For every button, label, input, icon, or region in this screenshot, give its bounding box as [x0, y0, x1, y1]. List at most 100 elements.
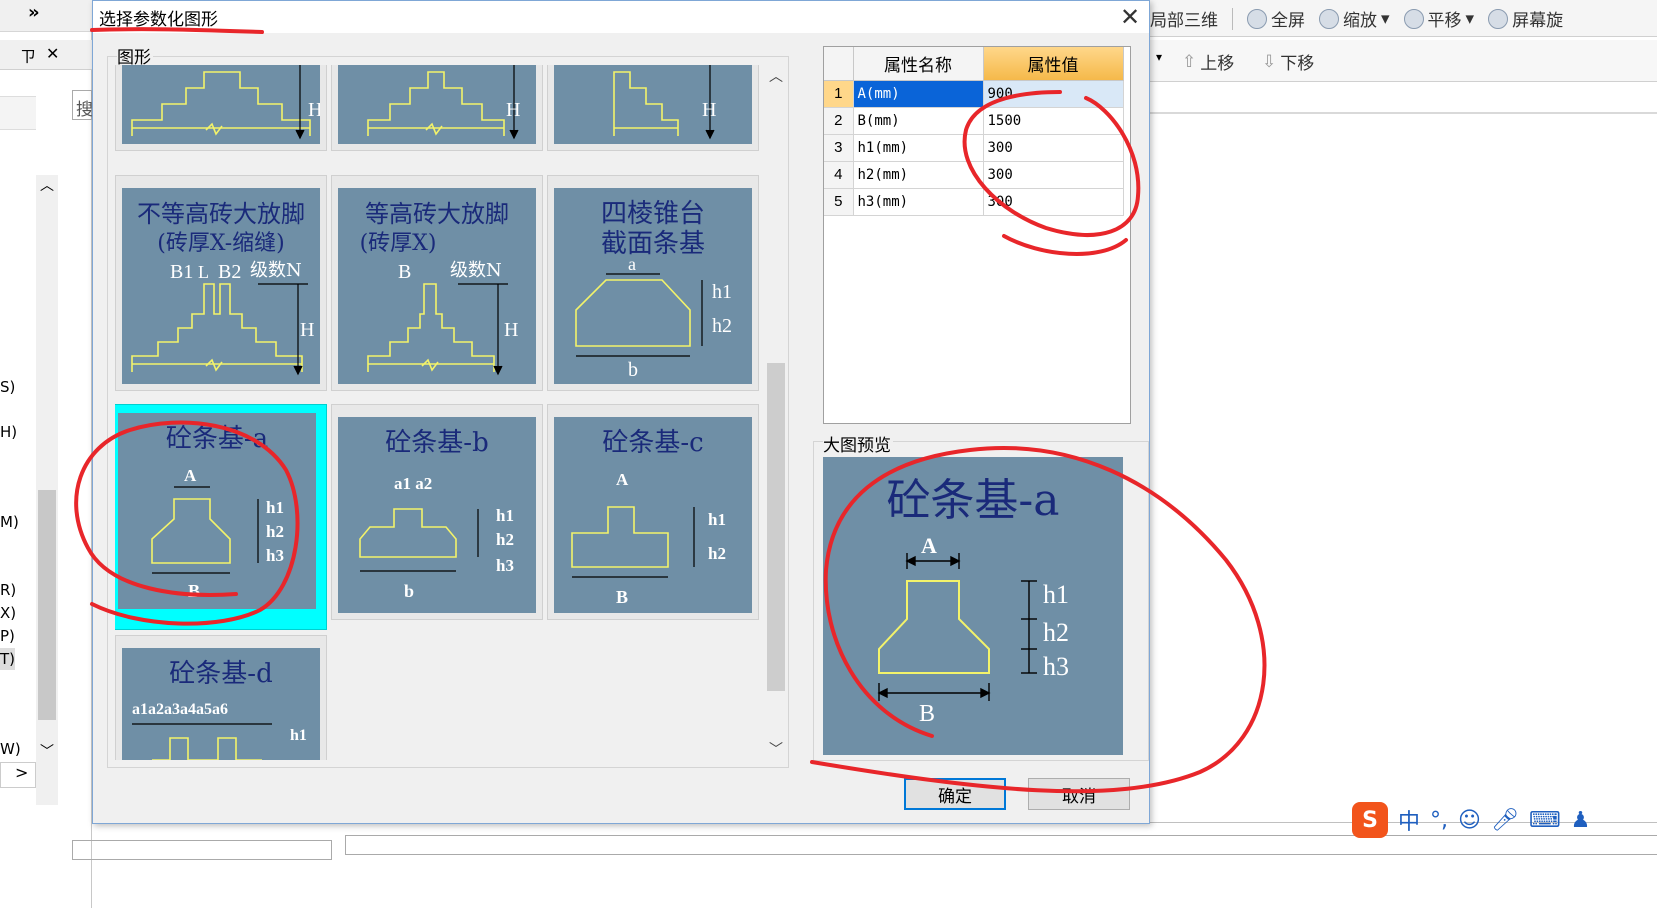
- shape-thumbnail: 砼条基-b a1 a2 b h1 h2 h3: [338, 417, 536, 613]
- property-row[interactable]: 1 A(mm) 900: [824, 80, 1124, 108]
- cancel-button[interactable]: 取消: [1028, 778, 1130, 810]
- left-scrollbar-thumb[interactable]: [38, 490, 56, 720]
- tile-title: 砼条基-a: [166, 424, 268, 454]
- property-name[interactable]: h3(mm): [853, 188, 984, 216]
- left-letter: H): [0, 423, 18, 441]
- panel-close-icon[interactable]: ✕: [46, 44, 59, 63]
- property-row[interactable]: 4 h2(mm) 300: [824, 161, 1124, 189]
- ime-logo[interactable]: S: [1352, 802, 1388, 838]
- scroll-up-icon[interactable]: ︿: [40, 175, 54, 195]
- shape-thumbnail: H: [338, 65, 536, 144]
- tile-h-label: h1: [496, 506, 514, 525]
- shape-tile[interactable]: H: [547, 65, 759, 151]
- property-value[interactable]: 300: [983, 134, 1124, 162]
- pin-icon[interactable]: ㄗ: [20, 43, 36, 67]
- zoom-icon: [1319, 8, 1339, 29]
- screen-rotate-button[interactable]: 屏幕旋: [1488, 6, 1563, 31]
- left-panel-header: »: [0, 0, 92, 32]
- tile-label: A: [616, 470, 629, 489]
- property-name[interactable]: A(mm): [853, 80, 984, 108]
- scroll-down-icon[interactable]: ﹀: [765, 738, 787, 760]
- tile-side-label: H: [300, 319, 314, 341]
- shape-tile[interactable]: 等高砖大放脚 (砖厚X) B 级数N H: [331, 175, 543, 391]
- tile-subtitle: (砖厚X-缩缝): [157, 231, 284, 256]
- shape-tile[interactable]: 砼条基-d a1a2a3a4a5a6 h1: [115, 635, 327, 760]
- preview-h-label: h3: [1043, 652, 1069, 681]
- property-value[interactable]: 900: [983, 80, 1124, 108]
- property-value[interactable]: 1500: [983, 107, 1124, 135]
- property-row[interactable]: 3 h1(mm) 300: [824, 134, 1124, 162]
- preview-label-a: A: [921, 533, 937, 558]
- select-parametric-shape-dialog: 选择参数化图形 ✕ 图形 H H H 不等高砖大放脚 (砖厚X-缩缝) B1 L…: [92, 0, 1150, 824]
- row-index: 3: [824, 134, 854, 162]
- ime-lang-toggle[interactable]: 中: [1398, 804, 1420, 836]
- dialog-titlebar[interactable]: 选择参数化图形 ✕: [93, 1, 1149, 33]
- tile-h-label: h2: [266, 522, 284, 541]
- shape-tile[interactable]: 不等高砖大放脚 (砖厚X-缩缝) B1 L B2 级数N H: [115, 175, 327, 391]
- tile-h-label: h1: [712, 281, 732, 303]
- mic-icon[interactable]: 🎤︎: [1491, 808, 1519, 833]
- close-icon[interactable]: ✕: [1111, 1, 1149, 33]
- shape-tile[interactable]: 四棱锥台 截面条基 a b h1 h2: [547, 175, 759, 391]
- property-row[interactable]: 5 h3(mm) 300: [824, 188, 1124, 216]
- pan-icon: [1403, 8, 1424, 29]
- tile-title: 等高砖大放脚: [365, 200, 509, 228]
- local-3d-button[interactable]: 局部三维: [1150, 6, 1218, 31]
- shape-tile[interactable]: 砼条基-c A B h1 h2: [547, 404, 759, 620]
- smiley-icon[interactable]: ☺: [1458, 808, 1481, 833]
- ok-button[interactable]: 确定: [904, 778, 1006, 810]
- scrollbar-thumb[interactable]: [767, 363, 785, 691]
- shapes-scrollbar[interactable]: ︿ ﹀: [765, 65, 787, 760]
- dropdown-arrow-icon[interactable]: ▾: [1156, 50, 1162, 64]
- tile-label: B: [398, 261, 411, 283]
- preview-h-label: h2: [1043, 618, 1069, 647]
- tile-side-label: H: [308, 99, 320, 121]
- row-index: 2: [824, 107, 854, 135]
- shapes-list[interactable]: H H H 不等高砖大放脚 (砖厚X-缩缝) B1 L B2 级数N H 等高砖…: [115, 65, 759, 760]
- tile-title: 砼条基-d: [169, 659, 272, 689]
- move-up-button[interactable]: ⇧ 上移: [1182, 49, 1234, 75]
- tile-h-label: h1: [266, 498, 284, 517]
- property-name-header[interactable]: 属性名称: [853, 47, 984, 81]
- shape-thumbnail: 不等高砖大放脚 (砖厚X-缩缝) B1 L B2 级数N H: [122, 188, 320, 384]
- property-value-header[interactable]: 属性值: [983, 47, 1124, 81]
- fullscreen-icon: [1247, 8, 1267, 29]
- tile-h-label: h2: [712, 315, 732, 337]
- left-letter: P): [0, 627, 15, 645]
- search-box[interactable]: 搜: [72, 90, 93, 120]
- shape-thumbnail: 砼条基-c A B h1 h2: [554, 417, 752, 613]
- tile-title: 四棱锥台: [601, 199, 705, 229]
- expand-icon[interactable]: »: [28, 2, 40, 23]
- move-down-button[interactable]: ⇩ 下移: [1262, 49, 1314, 75]
- property-value[interactable]: 300: [983, 161, 1124, 189]
- main-toolbar: 局部三维 全屏 缩放 ▾ 平移 ▾ 屏幕旋: [1150, 0, 1657, 37]
- arrow-down-icon: ⇩: [1262, 51, 1277, 72]
- zoom-button[interactable]: 缩放 ▾: [1319, 6, 1390, 31]
- left-bottom-box: [72, 840, 332, 860]
- shape-tile[interactable]: 砼条基-b a1 a2 b h1 h2 h3: [331, 404, 543, 620]
- pan-button[interactable]: 平移 ▾: [1403, 6, 1474, 31]
- property-value[interactable]: 300: [983, 188, 1124, 216]
- property-row[interactable]: 2 B(mm) 1500: [824, 107, 1124, 135]
- dialog-title: 选择参数化图形: [99, 10, 218, 30]
- keyboard-icon[interactable]: ⌨: [1529, 808, 1561, 833]
- scroll-up-icon[interactable]: ︿: [765, 65, 787, 87]
- left-letter: W): [0, 740, 21, 758]
- ime-punct-toggle[interactable]: °,: [1430, 808, 1448, 833]
- shape-tile-selected[interactable]: 砼条基-a A B h1 h2 h3: [115, 404, 327, 630]
- ime-toolbar: S 中 °, ☺ 🎤︎ ⌨ ♟: [1352, 800, 1590, 840]
- property-name[interactable]: h1(mm): [853, 134, 984, 162]
- shape-tile[interactable]: H: [115, 65, 327, 151]
- property-name[interactable]: B(mm): [853, 107, 984, 135]
- scroll-down-icon[interactable]: ﹀: [40, 741, 54, 761]
- user-icon[interactable]: ♟: [1571, 808, 1591, 833]
- property-name[interactable]: h2(mm): [853, 161, 984, 189]
- shape-tile[interactable]: H: [331, 65, 543, 151]
- tile-h-label: h1: [708, 510, 726, 529]
- left-hscroll[interactable]: >: [0, 762, 36, 788]
- property-grid[interactable]: 属性名称 属性值 1 A(mm) 900 2 B(mm) 1500 3 h1(m…: [823, 46, 1131, 424]
- fullscreen-button[interactable]: 全屏: [1247, 6, 1305, 31]
- left-panel-titlebar: ㄗ ✕: [0, 40, 92, 70]
- tile-label: a: [628, 254, 636, 274]
- rotate-icon: [1488, 8, 1509, 29]
